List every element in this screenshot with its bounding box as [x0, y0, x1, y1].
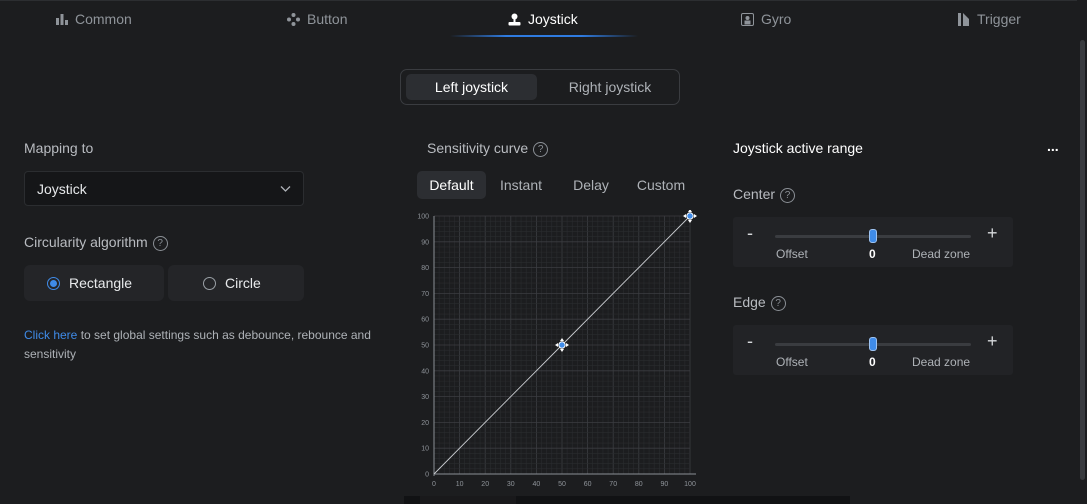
right-joystick-button[interactable]: Right joystick	[543, 74, 677, 100]
sensitivity-curve-chart[interactable]: 0 10 20 30 40 50 60 70 80 90 100 0 10 20 30 40 50 60 70 80 9…	[414, 210, 704, 494]
offset-label: Offset	[776, 247, 808, 261]
x-tick-label: 80	[635, 481, 643, 488]
x-tick-label: 30	[507, 481, 515, 488]
tab-gyro[interactable]: Gyro	[741, 1, 791, 37]
center-label: Center?	[733, 186, 796, 203]
radio-label: Rectangle	[69, 275, 133, 291]
y-tick-label: 100	[417, 214, 429, 221]
sensitivity-label: Sensitivity curve?	[427, 140, 549, 157]
chevron-down-icon	[280, 186, 291, 192]
tab-button[interactable]: Button	[287, 1, 347, 37]
minus-button[interactable]: -	[747, 223, 753, 244]
radio-rectangle[interactable]: Rectangle	[24, 265, 164, 301]
y-tick-label: 80	[421, 265, 429, 272]
center-slider-thumb[interactable]	[869, 229, 877, 243]
x-tick-label: 10	[456, 481, 464, 488]
joystick-icon	[508, 13, 521, 25]
help-icon[interactable]: ?	[533, 142, 549, 157]
top-tab-bar: Common Button Joystick Gyro Trigger	[0, 0, 1077, 39]
x-tick-label: 20	[481, 481, 489, 488]
tab-label: Button	[307, 11, 348, 27]
curve-tab-default[interactable]: Default	[417, 171, 486, 199]
y-tick-label: 50	[421, 343, 429, 350]
center-label-text: Center	[733, 186, 776, 202]
x-tick-label: 0	[432, 481, 436, 488]
y-tick-label: 40	[421, 368, 429, 375]
tab-label: Gyro	[761, 11, 792, 27]
y-tick-label: 20	[421, 420, 429, 427]
edge-slider-panel: - + Offset 0 Dead zone	[733, 325, 1013, 375]
help-icon[interactable]: ?	[780, 188, 796, 203]
radio-unchecked-icon	[203, 276, 216, 290]
y-tick-label: 30	[421, 394, 429, 401]
x-tick-label: 90	[661, 481, 669, 488]
dead-zone-label: Dead zone	[912, 247, 971, 261]
slider-value: 0	[869, 247, 876, 261]
edge-slider-thumb[interactable]	[869, 337, 877, 351]
curve-tab-custom[interactable]: Custom	[630, 171, 692, 199]
edge-label: Edge?	[733, 294, 786, 311]
sensitivity-label-text: Sensitivity curve	[427, 140, 529, 156]
active-tab-indicator	[450, 35, 638, 37]
plus-button[interactable]: +	[987, 223, 998, 244]
offset-label: Offset	[776, 355, 808, 369]
dpad-icon	[287, 12, 300, 26]
bar-chart-icon	[56, 14, 68, 25]
mapping-label: Mapping to	[24, 140, 94, 156]
gyro-icon	[741, 12, 754, 26]
tab-label: Trigger	[977, 11, 1021, 27]
left-joystick-button[interactable]: Left joystick	[406, 74, 537, 100]
dead-zone-label: Dead zone	[912, 355, 971, 369]
x-tick-label: 50	[558, 481, 566, 488]
global-settings-note: Click here to set global settings such a…	[24, 326, 384, 364]
note-text: to set global settings such as debounce,…	[24, 328, 371, 361]
scrollbar-thumb[interactable]	[1080, 40, 1085, 480]
tab-trigger[interactable]: Trigger	[958, 1, 1021, 37]
help-icon[interactable]: ?	[152, 236, 168, 251]
tab-joystick[interactable]: Joystick	[508, 1, 578, 37]
radio-circle[interactable]: Circle	[168, 265, 304, 301]
bottom-preview-strip	[404, 496, 850, 504]
help-icon[interactable]: ?	[770, 296, 786, 311]
plus-button[interactable]: +	[987, 331, 998, 352]
joystick-switch: Left joystick Right joystick	[400, 69, 680, 105]
global-settings-link[interactable]: Click here	[24, 328, 77, 342]
curve-tab-instant[interactable]: Instant	[490, 171, 552, 199]
x-tick-label: 100	[684, 481, 696, 488]
x-tick-label: 40	[533, 481, 541, 488]
edge-label-text: Edge	[733, 294, 766, 310]
trigger-icon	[958, 12, 969, 26]
radio-checked-icon	[47, 276, 60, 290]
y-tick-label: 70	[421, 291, 429, 298]
y-tick-label: 0	[425, 472, 429, 479]
y-tick-label: 90	[421, 239, 429, 246]
preview-image	[420, 496, 516, 504]
x-tick-label: 60	[584, 481, 592, 488]
more-icon[interactable]: ...	[1047, 138, 1059, 154]
tab-label: Common	[75, 11, 132, 27]
y-tick-label: 60	[421, 317, 429, 324]
minus-button[interactable]: -	[747, 331, 753, 352]
y-tick-label: 10	[421, 446, 429, 453]
radio-label: Circle	[225, 275, 261, 291]
circularity-label-text: Circularity algorithm	[24, 234, 148, 250]
mapping-value: Joystick	[37, 180, 87, 197]
curve-tab-delay[interactable]: Delay	[560, 171, 622, 199]
tab-label: Joystick	[528, 11, 578, 27]
center-slider-panel: - + Offset 0 Dead zone	[733, 217, 1013, 267]
slider-value: 0	[869, 355, 876, 369]
circularity-label: Circularity algorithm?	[24, 234, 168, 251]
mapping-select[interactable]: Joystick	[24, 171, 304, 206]
active-range-title: Joystick active range	[733, 140, 863, 156]
x-tick-label: 70	[609, 481, 617, 488]
tab-common[interactable]: Common	[56, 1, 132, 37]
